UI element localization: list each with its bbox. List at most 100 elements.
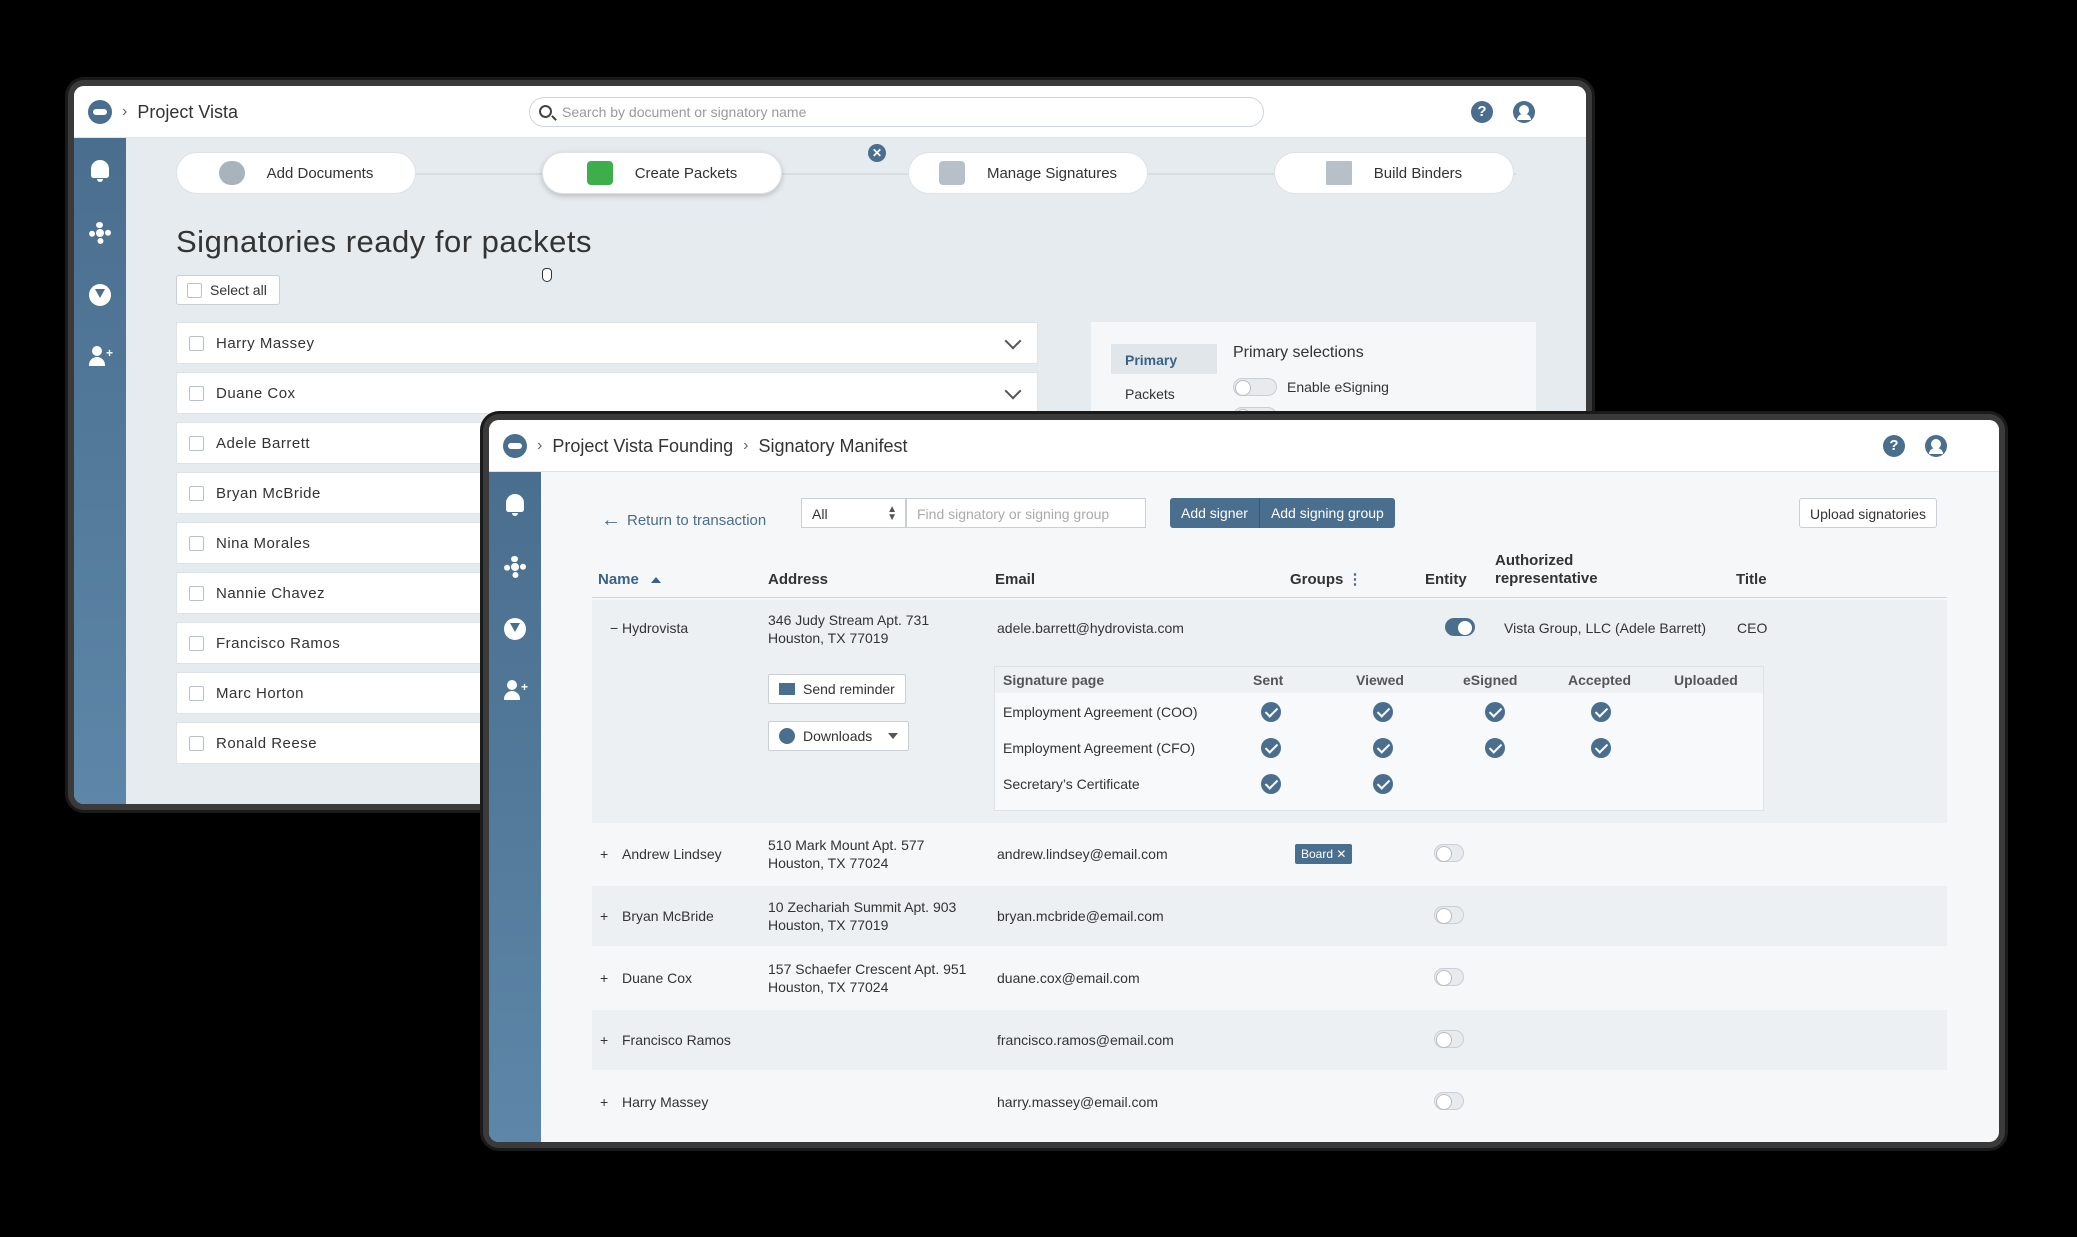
step-label: Create Packets [634, 164, 738, 182]
breadcrumb-project[interactable]: Project Vista Founding [552, 436, 733, 457]
breadcrumb-project[interactable]: Project Vista [137, 102, 238, 123]
add-signing-group-button[interactable]: Add signing group [1258, 498, 1395, 528]
download-icon[interactable] [89, 284, 111, 306]
column-label: Authorized [1495, 552, 1574, 569]
expand-toggle-icon[interactable]: + [600, 907, 608, 925]
add-user-icon[interactable]: + [89, 346, 113, 368]
download-icon[interactable] [504, 618, 526, 640]
column-groups[interactable]: Groups ⋮ [1290, 570, 1363, 588]
step-build-binders[interactable]: Build Binders [1274, 152, 1514, 194]
send-reminder-button[interactable]: Send reminder [768, 674, 906, 704]
panel-title: Primary selections [1233, 344, 1364, 361]
add-user-icon[interactable]: + [504, 680, 528, 702]
gear-icon[interactable] [89, 222, 111, 244]
checkbox[interactable] [189, 585, 204, 601]
step-manage-signatures[interactable]: Manage Signatures [908, 152, 1148, 194]
checkbox[interactable] [189, 485, 204, 501]
expand-toggle-icon[interactable]: + [600, 969, 608, 987]
sort-asc-icon [650, 577, 661, 584]
top-bar: › Project Vista Founding › Signatory Man… [489, 420, 1999, 472]
close-icon[interactable]: ✕ [868, 144, 886, 162]
expand-toggle-icon[interactable]: + [600, 1031, 608, 1049]
table-row[interactable]: + Francisco Ramos francisco.ramos@email.… [592, 1010, 1947, 1070]
check-circle-icon [1261, 738, 1281, 758]
checkbox[interactable] [187, 282, 202, 298]
collapse-toggle-icon[interactable]: − [610, 619, 618, 637]
workflow-steps: Add Documents Create Packets ✕ Manage Si… [176, 144, 1536, 194]
entity-toggle[interactable] [1434, 967, 1464, 987]
chevron-down-icon[interactable] [1004, 382, 1022, 400]
entity-toggle[interactable] [1434, 843, 1464, 863]
upload-signatories-button[interactable]: Upload signatories [1799, 498, 1937, 528]
toggle-switch[interactable] [1445, 618, 1475, 637]
signatory-name: Nina Morales [216, 534, 311, 552]
gear-icon[interactable] [504, 556, 526, 578]
toggle-switch[interactable] [1434, 844, 1464, 863]
bell-icon[interactable] [91, 160, 109, 182]
expand-toggle-icon[interactable]: + [600, 845, 608, 863]
app-logo-icon[interactable] [88, 100, 112, 124]
column-name[interactable]: Name [598, 571, 661, 588]
checkbox[interactable] [189, 535, 204, 551]
row-address: 510 Mark Mount Apt. 577 Houston, TX 77024 [768, 836, 924, 872]
table-row[interactable]: + Duane Cox 157 Schaefer Crescent Apt. 9… [592, 948, 1947, 1008]
checkbox[interactable] [189, 735, 204, 751]
downloads-dropdown[interactable]: Downloads [768, 721, 910, 751]
sig-col-sent: Sent [1253, 672, 1284, 688]
select-all-label: Select all [210, 282, 267, 298]
checkbox[interactable] [189, 385, 204, 401]
filter-select[interactable]: All ▲ ▼ [801, 498, 906, 528]
packet-icon [586, 161, 613, 185]
checkbox[interactable] [189, 635, 204, 651]
help-icon[interactable]: ? [1471, 101, 1493, 123]
table-row[interactable]: + Harry Massey harry.massey@email.com [592, 1072, 1947, 1132]
return-link[interactable]: ← Return to transaction [601, 504, 766, 536]
more-vertical-icon[interactable]: ⋮ [1348, 571, 1363, 588]
checkbox[interactable] [189, 335, 204, 351]
find-signatory-input[interactable]: Find signatory or signing group [906, 498, 1146, 528]
list-item[interactable]: Harry Massey [176, 322, 1038, 364]
step-add-documents[interactable]: Add Documents [176, 152, 416, 194]
checkbox[interactable] [189, 435, 204, 451]
bell-icon[interactable] [506, 494, 524, 516]
step-create-packets[interactable]: Create Packets [542, 152, 782, 194]
checkbox[interactable] [189, 685, 204, 701]
entity-toggle[interactable] [1434, 1091, 1464, 1111]
pen-icon [938, 161, 965, 185]
select-all-button[interactable]: Select all [176, 275, 280, 305]
table-row[interactable]: + Andrew Lindsey 510 Mark Mount Apt. 577… [592, 824, 1947, 884]
signatory-name: Duane Cox [216, 384, 296, 402]
chevron-down-icon[interactable] [1004, 332, 1022, 350]
enable-esigning-toggle[interactable] [1233, 378, 1277, 396]
group-badge[interactable]: Board ✕ [1295, 844, 1353, 864]
entity-toggle[interactable] [1434, 905, 1464, 925]
column-label: Groups [1290, 571, 1344, 588]
help-icon[interactable]: ? [1883, 435, 1905, 457]
tab-packets[interactable]: Packets [1125, 386, 1175, 402]
user-icon[interactable] [1513, 101, 1535, 123]
step-label: Manage Signatures [986, 164, 1118, 182]
signatory-manifest-window: › Project Vista Founding › Signatory Man… [489, 420, 1999, 1142]
entity-toggle[interactable] [1434, 1029, 1464, 1049]
signature-status-table: Signature page Sent Viewed eSigned Accep… [994, 666, 1764, 811]
column-authorized-rep: Authorized representative [1495, 552, 1598, 588]
row-address: 346 Judy Stream Apt. 731 Houston, TX 7701… [768, 611, 929, 647]
toggle-switch[interactable] [1434, 1092, 1464, 1111]
user-icon[interactable] [1925, 435, 1947, 457]
row-address: 10 Zechariah Summit Apt. 903 Houston, TX … [768, 898, 956, 934]
add-signer-button[interactable]: Add signer [1170, 498, 1259, 528]
toggle-switch[interactable] [1434, 968, 1464, 987]
tab-primary[interactable]: Primary [1111, 344, 1217, 374]
table-row[interactable]: + Bryan McBride 10 Zechariah Summit Apt.… [592, 886, 1947, 946]
column-label: Name [598, 571, 639, 588]
sig-col-viewed: Viewed [1356, 672, 1404, 688]
toggle-switch[interactable] [1434, 1030, 1464, 1049]
check-circle-icon [1485, 702, 1505, 722]
toggle-switch[interactable] [1434, 906, 1464, 925]
app-logo-icon[interactable] [503, 434, 527, 458]
search-input[interactable]: Search by document or signatory name [529, 97, 1264, 127]
expand-toggle-icon[interactable]: + [600, 1093, 608, 1111]
row-address: 157 Schaefer Crescent Apt. 951 Houston, T… [768, 960, 966, 996]
entity-toggle[interactable] [1445, 617, 1475, 637]
list-item[interactable]: Duane Cox [176, 372, 1038, 414]
